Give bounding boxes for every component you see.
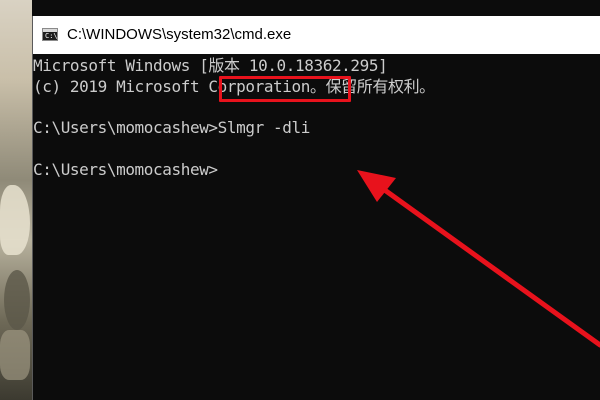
command-line: C:\Users\momocashew>Slmgr -dli: [33, 118, 310, 137]
title-bar[interactable]: C:\ C:\WINDOWS\system32\cmd.exe: [33, 16, 600, 55]
console-output[interactable]: Microsoft Windows [版本 10.0.18362.295] (c…: [33, 54, 600, 400]
cmd-window[interactable]: C:\ C:\WINDOWS\system32\cmd.exe Microsof…: [32, 16, 600, 400]
wallpaper-detail: [0, 330, 30, 380]
window-title: C:\WINDOWS\system32\cmd.exe: [67, 26, 292, 43]
console-line: Microsoft Windows [版本 10.0.18362.295]: [33, 56, 388, 75]
desktop-wallpaper: [0, 0, 32, 400]
wallpaper-detail: [4, 270, 30, 330]
wallpaper-detail: [0, 185, 30, 255]
highlight-box: [219, 76, 351, 102]
terminal-icon[interactable]: C:\: [42, 28, 58, 41]
command-prompt[interactable]: C:\Users\momocashew>: [33, 160, 218, 180]
